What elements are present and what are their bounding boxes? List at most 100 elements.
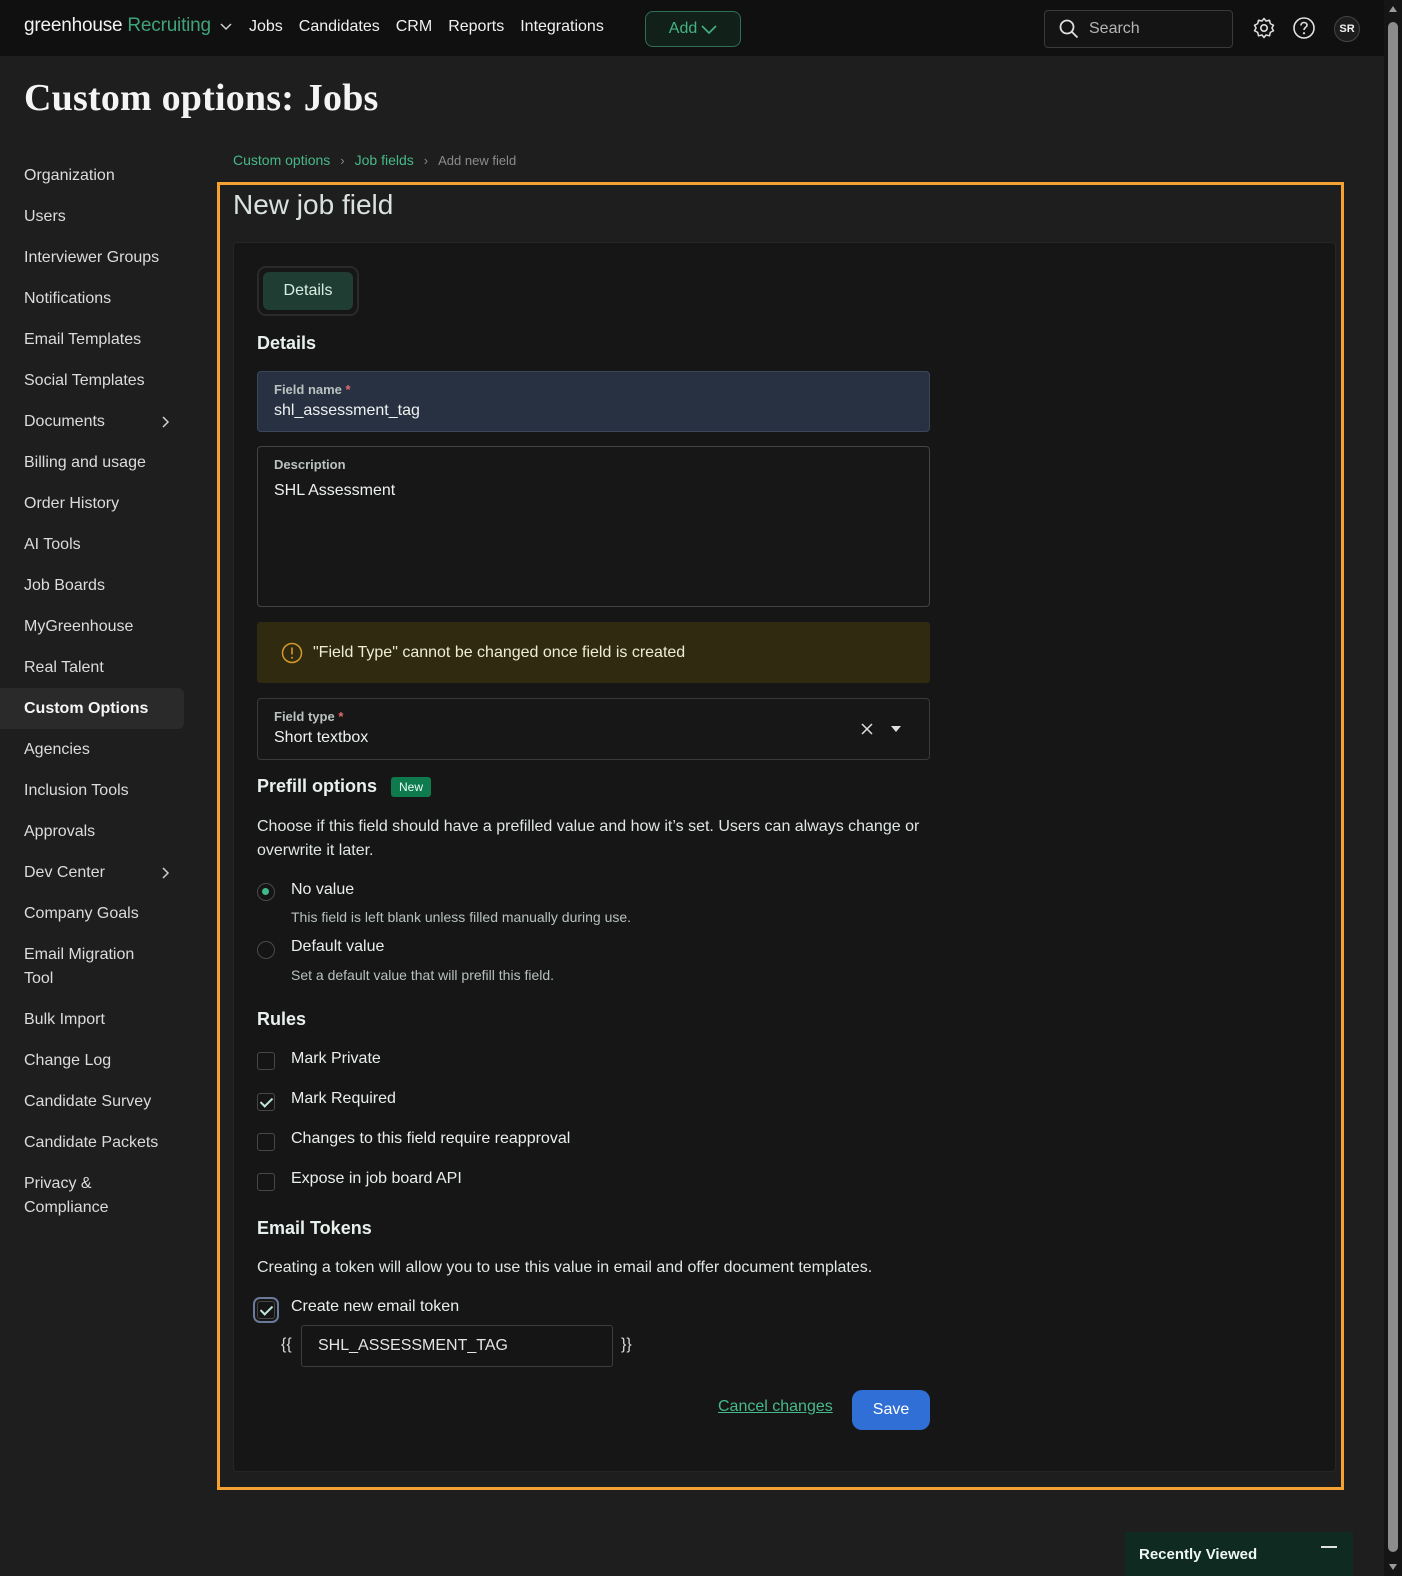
avatar[interactable]: SR xyxy=(1334,16,1360,42)
search-input[interactable] xyxy=(1089,20,1219,38)
sidebar-item-label: Candidate Survey xyxy=(24,1092,152,1110)
cancel-changes-link[interactable]: Cancel changes xyxy=(718,1398,833,1416)
sidebar-item-social-templates[interactable]: Social Templates xyxy=(0,360,184,401)
checkbox-expose-api-label[interactable]: Expose in job board API xyxy=(291,1170,462,1188)
sidebar-item-approvals[interactable]: Approvals xyxy=(0,811,184,852)
clear-icon[interactable] xyxy=(861,723,873,735)
search-box[interactable] xyxy=(1044,10,1233,48)
minimize-icon[interactable] xyxy=(1321,1546,1337,1548)
sidebar-item-label: Custom Options xyxy=(24,699,149,717)
sidebar-item-label: Job Boards xyxy=(24,576,105,594)
sidebar-item-label: MyGreenhouse xyxy=(24,617,134,635)
sidebar-item-email-templates[interactable]: Email Templates xyxy=(0,319,184,360)
sidebar-item-dev-center[interactable]: Dev Center xyxy=(0,852,184,893)
breadcrumb: Custom options › Job fields › Add new fi… xyxy=(233,152,516,168)
sidebar-item-billing-and-usage[interactable]: Billing and usage xyxy=(0,442,184,483)
page-title: Custom options: Jobs xyxy=(24,77,379,119)
sidebar-item-mygreenhouse[interactable]: MyGreenhouse xyxy=(0,606,184,647)
breadcrumb-separator-icon: › xyxy=(340,152,345,168)
scrollbar-thumb[interactable] xyxy=(1388,22,1398,1552)
nav-link-integrations[interactable]: Integrations xyxy=(520,18,604,36)
checkbox-mark-private[interactable] xyxy=(257,1052,275,1070)
checkbox-expose-api[interactable] xyxy=(257,1173,275,1191)
checkbox-mark-private-label[interactable]: Mark Private xyxy=(291,1050,381,1068)
field-type-select[interactable]: Field type * Short textbox xyxy=(257,698,930,760)
sidebar-item-privacy-compliance[interactable]: Privacy & Compliance xyxy=(0,1163,184,1228)
checkbox-mark-required[interactable] xyxy=(257,1093,275,1111)
token-close-brace: }} xyxy=(621,1336,632,1353)
sidebar-item-users[interactable]: Users xyxy=(0,196,184,237)
logo-text: greenhouse xyxy=(24,15,123,36)
sidebar-item-agencies[interactable]: Agencies xyxy=(0,729,184,770)
required-mark: * xyxy=(345,382,351,397)
tab-details[interactable]: Details xyxy=(263,272,353,310)
radio-default-value-label[interactable]: Default value xyxy=(291,938,384,956)
help-icon[interactable] xyxy=(1292,16,1316,40)
nav-link-crm[interactable]: CRM xyxy=(396,18,432,36)
sidebar-item-label: Documents xyxy=(24,412,105,430)
email-token-input[interactable] xyxy=(301,1325,613,1367)
breadcrumb-separator-icon: › xyxy=(423,152,429,168)
greenhouse-logo[interactable]: greenhouse Recruiting xyxy=(24,15,233,37)
checkbox-require-reapproval[interactable] xyxy=(257,1133,275,1151)
sidebar-item-candidate-survey[interactable]: Candidate Survey xyxy=(0,1081,184,1122)
radio-no-value-label[interactable]: No value xyxy=(291,881,354,899)
field-name-value: shl_assessment_tag xyxy=(274,402,420,419)
sidebar-item-label: Billing and usage xyxy=(24,453,146,471)
field-name-input[interactable]: Field name * shl_assessment_tag xyxy=(257,371,930,432)
description-value: SHL Assessment xyxy=(274,482,396,499)
add-button[interactable]: Add xyxy=(645,11,741,47)
sidebar-item-bulk-import[interactable]: Bulk Import xyxy=(0,999,184,1040)
sidebar-item-company-goals[interactable]: Company Goals xyxy=(0,893,184,934)
radio-no-value-help: This field is left blank unless filled m… xyxy=(291,909,632,925)
sidebar-item-label: Notifications xyxy=(24,289,112,307)
breadcrumb-custom-options[interactable]: Custom options xyxy=(233,152,330,168)
sidebar-item-job-boards[interactable]: Job Boards xyxy=(0,565,184,606)
sidebar-item-label: Privacy & Compliance xyxy=(24,1175,109,1216)
chevron-right-icon[interactable] xyxy=(158,866,172,880)
page-scrollbar[interactable] xyxy=(1384,0,1402,1576)
sidebar-item-label: Interviewer Groups xyxy=(24,248,160,266)
search-icon xyxy=(1059,19,1079,39)
email-tokens-heading: Email Tokens xyxy=(257,1218,372,1238)
sidebar-item-inclusion-tools[interactable]: Inclusion Tools xyxy=(0,770,184,811)
logo-subtext: Recruiting xyxy=(127,15,211,36)
sidebar-item-notifications[interactable]: Notifications xyxy=(0,278,184,319)
main-nav-links: Jobs Candidates CRM Reports Integrations xyxy=(249,18,604,36)
sidebar-item-ai-tools[interactable]: AI Tools xyxy=(0,524,184,565)
sidebar-item-label: Users xyxy=(24,207,66,225)
gear-icon[interactable] xyxy=(1252,16,1276,40)
breadcrumb-job-fields[interactable]: Job fields xyxy=(355,152,414,168)
tab-group: Details xyxy=(257,266,359,316)
sidebar-item-custom-options[interactable]: Custom Options xyxy=(0,688,184,729)
checkbox-mark-required-label[interactable]: Mark Required xyxy=(291,1090,396,1108)
radio-default-value[interactable] xyxy=(257,941,275,959)
checkbox-create-email-token[interactable] xyxy=(253,1297,279,1323)
required-mark: * xyxy=(338,709,344,724)
description-label: Description xyxy=(274,457,346,472)
sidebar-item-email-migration-tool[interactable]: Email Migration Tool xyxy=(0,934,184,999)
sidebar-item-real-talent[interactable]: Real Talent xyxy=(0,647,184,688)
sidebar-item-label: Company Goals xyxy=(24,904,139,922)
nav-link-jobs[interactable]: Jobs xyxy=(249,18,283,36)
sidebar-item-candidate-packets[interactable]: Candidate Packets xyxy=(0,1122,184,1163)
sidebar-item-label: Candidate Packets xyxy=(24,1133,159,1151)
sidebar-item-interviewer-groups[interactable]: Interviewer Groups xyxy=(0,237,184,278)
sidebar-item-documents[interactable]: Documents xyxy=(0,401,184,442)
scroll-up-arrow-icon[interactable] xyxy=(1389,6,1397,12)
nav-link-candidates[interactable]: Candidates xyxy=(299,18,380,36)
description-textarea[interactable]: Description SHL Assessment xyxy=(257,446,930,607)
recently-viewed-panel[interactable]: Recently Viewed xyxy=(1125,1532,1353,1576)
sidebar-item-order-history[interactable]: Order History xyxy=(0,483,184,524)
checkbox-create-email-token-label[interactable]: Create new email token xyxy=(291,1298,459,1316)
sidebar-item-change-log[interactable]: Change Log xyxy=(0,1040,184,1081)
radio-no-value[interactable] xyxy=(257,883,275,901)
sidebar-item-organization[interactable]: Organization xyxy=(0,155,184,196)
chevron-right-icon[interactable] xyxy=(158,415,172,429)
caret-down-icon[interactable] xyxy=(890,725,902,733)
checkbox-require-reapproval-label[interactable]: Changes to this field require reapproval xyxy=(291,1130,570,1148)
nav-link-reports[interactable]: Reports xyxy=(448,18,504,36)
sidebar-item-label: Email Migration Tool xyxy=(24,946,135,987)
save-button[interactable]: Save xyxy=(852,1390,930,1430)
scroll-down-arrow-icon[interactable] xyxy=(1389,1564,1397,1570)
